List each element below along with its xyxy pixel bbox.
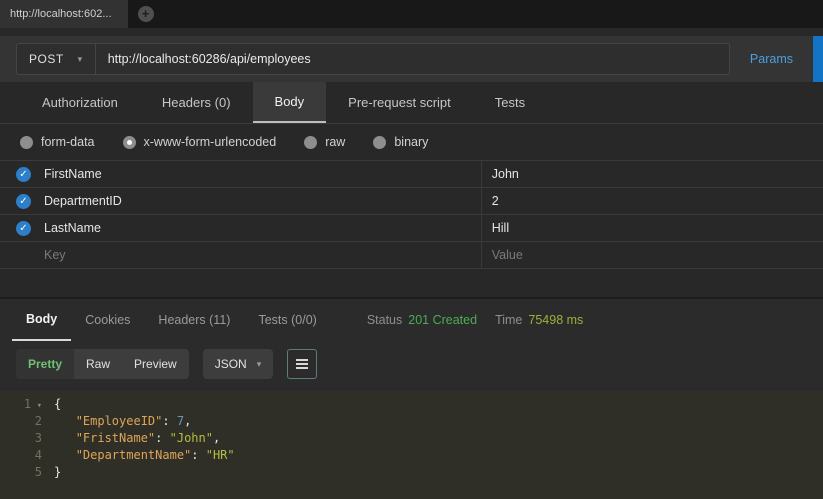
row-check-cell: ✓ (0, 215, 44, 241)
new-tab-button[interactable]: + (138, 6, 154, 22)
titlebar: http://localhost:602... + (0, 0, 823, 28)
response-panel: Body Cookies Headers (11) Tests (0/0) St… (0, 297, 823, 499)
value-field[interactable]: John (481, 161, 823, 187)
language-select[interactable]: JSON ▾ (203, 349, 274, 379)
response-toolbar: Pretty Raw Preview JSON ▾ (0, 341, 823, 391)
line-number: 3 (0, 431, 54, 448)
response-body-editor[interactable]: 1 ▾2345 { "EmployeeID": 7, "FristName": … (0, 391, 823, 499)
code-gutter: 1 ▾2345 (0, 391, 54, 499)
status-label: Status (367, 313, 402, 327)
request-tab-title: http://localhost:602... (10, 8, 112, 20)
response-tabs: Body Cookies Headers (11) Tests (0/0) St… (0, 299, 823, 341)
request-tabs: Authorization Headers (0) Body Pre-reque… (0, 82, 823, 124)
view-mode-group: Pretty Raw Preview (16, 349, 189, 379)
key-field[interactable]: LastName (44, 215, 481, 241)
mode-label: raw (325, 135, 345, 149)
time-group: Time 75498 ms (495, 299, 583, 341)
table-row-empty: Key Value (0, 242, 823, 269)
table-row: ✓ FirstName John (0, 161, 823, 188)
urlencoded-params-table: ✓ FirstName John ✓ DepartmentID 2 ✓ Last… (0, 160, 823, 269)
checkbox-checked-icon[interactable]: ✓ (16, 221, 31, 236)
view-pretty-button[interactable]: Pretty (16, 349, 74, 379)
tab-headers[interactable]: Headers (0) (140, 82, 253, 123)
response-tab-cookies[interactable]: Cookies (71, 299, 144, 341)
radio-selected-icon (123, 136, 136, 149)
response-tab-headers[interactable]: Headers (11) (144, 299, 244, 341)
checkbox-checked-icon[interactable]: ✓ (16, 194, 31, 209)
response-tab-body[interactable]: Body (12, 299, 71, 341)
table-row: ✓ LastName Hill (0, 215, 823, 242)
row-check-cell (0, 242, 44, 268)
send-button[interactable] (813, 36, 823, 82)
radio-icon (373, 136, 386, 149)
radio-icon (304, 136, 317, 149)
code-line: { (54, 397, 823, 414)
key-field[interactable]: FirstName (44, 161, 481, 187)
postman-window: http://localhost:602... + POST ▾ http://… (0, 0, 823, 499)
code-lines: { "EmployeeID": 7, "FristName": "John", … (54, 391, 823, 499)
wrap-lines-button[interactable] (287, 349, 317, 379)
value-field[interactable]: 2 (481, 188, 823, 214)
method-label: POST (29, 52, 64, 66)
language-label: JSON (215, 357, 247, 371)
line-number: 5 (0, 465, 54, 482)
radio-icon (20, 136, 33, 149)
response-tab-tests[interactable]: Tests (0/0) (244, 299, 330, 341)
section-gap (0, 269, 823, 297)
code-line: "DepartmentName": "HR" (54, 448, 823, 465)
code-line: } (54, 465, 823, 482)
mode-label: x-www-form-urlencoded (144, 135, 277, 149)
chevron-down-icon: ▾ (257, 359, 262, 370)
mode-label: form-data (41, 135, 95, 149)
value-field[interactable]: Hill (481, 215, 823, 241)
key-field[interactable]: DepartmentID (44, 188, 481, 214)
mode-form-data[interactable]: form-data (20, 135, 95, 149)
mode-raw[interactable]: raw (304, 135, 345, 149)
tab-authorization[interactable]: Authorization (20, 82, 140, 123)
mode-binary[interactable]: binary (373, 135, 428, 149)
view-preview-button[interactable]: Preview (122, 349, 189, 379)
line-number: 1 ▾ (0, 397, 54, 414)
request-bar: POST ▾ http://localhost:60286/api/employ… (0, 36, 823, 82)
wrap-lines-icon (296, 359, 308, 361)
mode-label: binary (394, 135, 428, 149)
time-value: 75498 ms (528, 313, 583, 327)
request-tab[interactable]: http://localhost:602... (0, 0, 128, 28)
key-field-placeholder[interactable]: Key (44, 242, 481, 268)
value-field-placeholder[interactable]: Value (481, 242, 823, 268)
tab-body[interactable]: Body (253, 82, 327, 123)
row-check-cell: ✓ (0, 188, 44, 214)
tab-pre-request-script[interactable]: Pre-request script (326, 82, 473, 123)
tab-tests[interactable]: Tests (473, 82, 547, 123)
fold-toggle-icon[interactable]: ▾ (31, 401, 42, 411)
code-line: "FristName": "John", (54, 431, 823, 448)
checkbox-checked-icon[interactable]: ✓ (16, 167, 31, 182)
params-button[interactable]: Params (730, 52, 813, 66)
table-row: ✓ DepartmentID 2 (0, 188, 823, 215)
status-group: Status 201 Created (367, 299, 477, 341)
body-mode-options: form-data x-www-form-urlencoded raw bina… (0, 124, 823, 160)
line-number: 4 (0, 448, 54, 465)
method-select[interactable]: POST ▾ (16, 43, 96, 75)
view-raw-button[interactable]: Raw (74, 349, 122, 379)
time-label: Time (495, 313, 522, 327)
url-input[interactable]: http://localhost:60286/api/employees (96, 43, 730, 75)
chevron-down-icon: ▾ (78, 54, 83, 65)
code-line: "EmployeeID": 7, (54, 414, 823, 431)
line-number: 2 (0, 414, 54, 431)
status-badge: 201 Created (408, 313, 477, 327)
mode-x-www-form-urlencoded[interactable]: x-www-form-urlencoded (123, 135, 277, 149)
row-check-cell: ✓ (0, 161, 44, 187)
